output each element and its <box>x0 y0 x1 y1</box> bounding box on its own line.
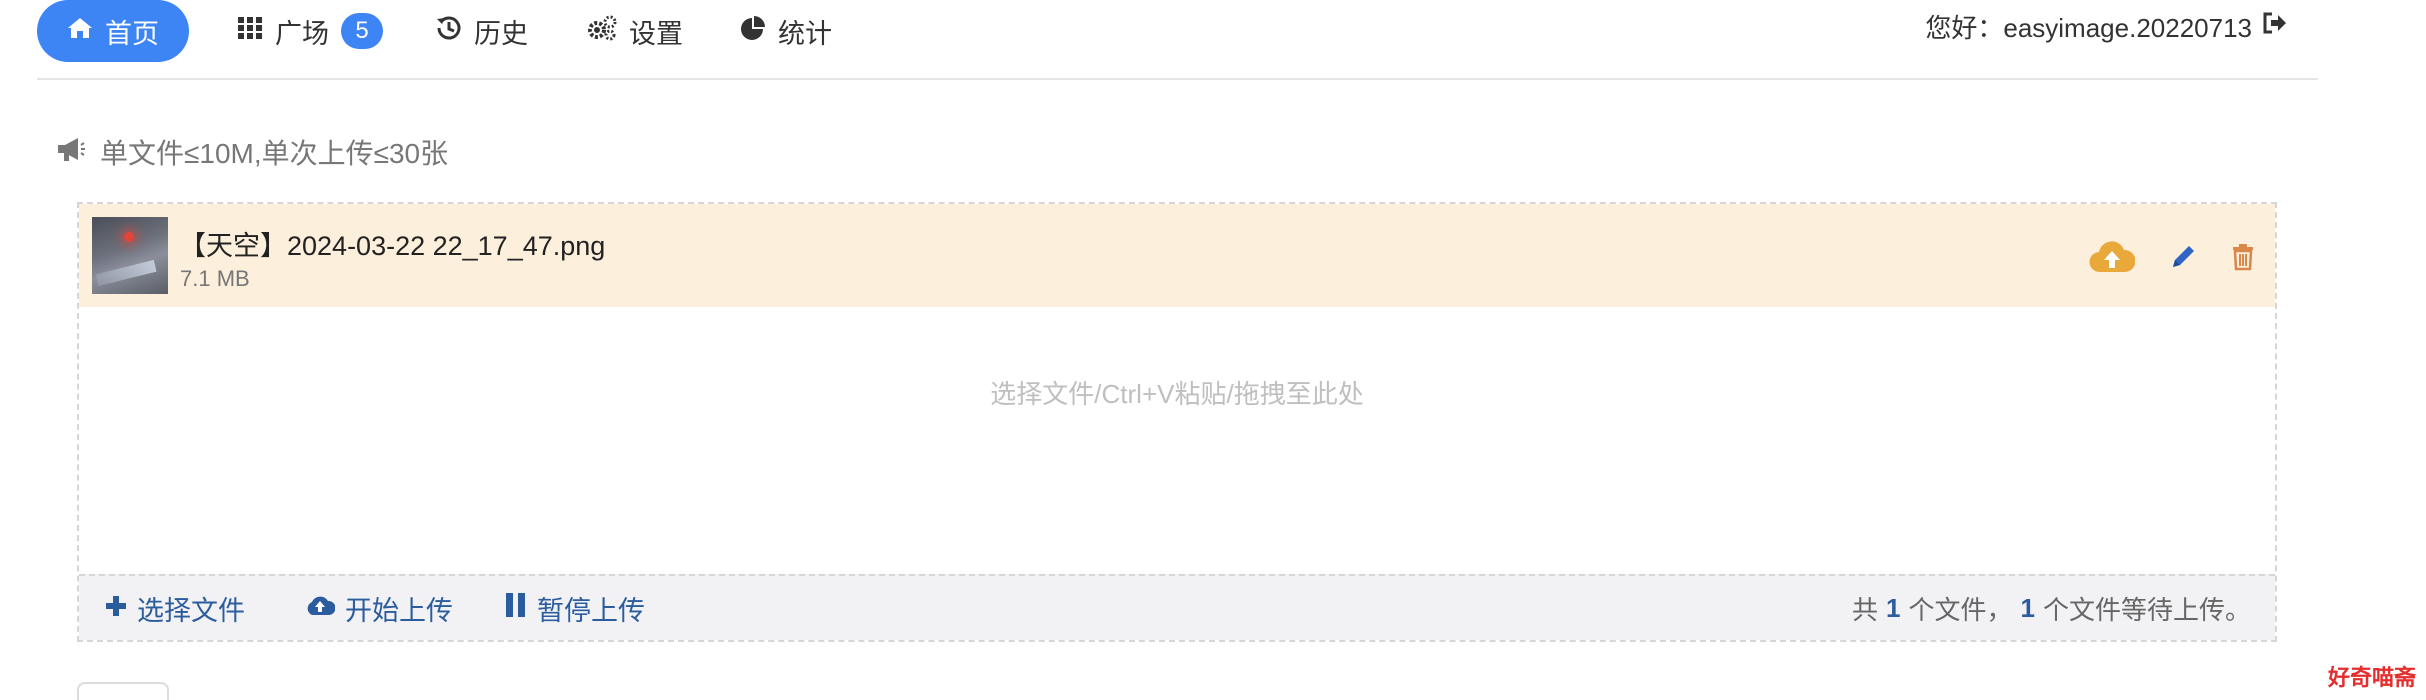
top-navbar: 首页 广场 5 历史 设置 统计 您好：easyimage.20220713 <box>37 0 2318 80</box>
nav-settings-label: 设置 <box>629 18 683 49</box>
pie-chart-icon <box>740 15 766 48</box>
cloud-upload-icon[interactable] <box>2089 240 2135 274</box>
logout-icon[interactable] <box>2262 11 2288 42</box>
summary-mid: 个文件， <box>1908 594 2013 625</box>
upload-toolbar: 选择文件 开始上传 暂停上传 共 1 个文件， 1 个文件等待上传。 <box>79 574 2275 640</box>
user-greeting[interactable]: 您好：easyimage.20220713 <box>1925 0 2288 52</box>
start-upload-label: 开始上传 <box>345 595 453 626</box>
nav-plaza-label: 广场 <box>275 18 329 49</box>
plus-icon <box>105 593 127 624</box>
file-size: 7.1 MB <box>180 266 250 291</box>
summary-suffix: 个文件等待上传。 <box>2042 594 2251 625</box>
grid-icon <box>237 16 263 47</box>
megaphone-icon <box>56 136 86 169</box>
greeting-text: 您好：easyimage.20220713 <box>1925 12 2252 43</box>
gears-icon <box>587 15 617 48</box>
home-icon <box>67 16 93 47</box>
nav-home-label: 首页 <box>105 18 159 49</box>
summary-waiting-count: 1 <box>2020 592 2035 623</box>
choose-files-label: 选择文件 <box>137 595 245 626</box>
start-upload-button[interactable]: 开始上传 <box>305 576 453 640</box>
upload-summary: 共 1 个文件， 1 个文件等待上传。 <box>1852 576 2251 640</box>
file-actions <box>2089 237 2255 277</box>
nav-stats-label: 统计 <box>778 18 832 49</box>
nav-history[interactable]: 历史 <box>436 0 528 62</box>
file-list-item: 【天空】2024-03-22 22_17_47.png 7.1 MB <box>79 204 2275 307</box>
nav-plaza[interactable]: 广场 5 <box>237 0 383 62</box>
trash-icon[interactable] <box>2231 243 2255 271</box>
drop-hint: 选择文件/Ctrl+V粘贴/拖拽至此处 <box>990 379 1364 409</box>
plaza-count-badge: 5 <box>341 13 383 49</box>
file-thumbnail <box>92 217 168 294</box>
page: 首页 广场 5 历史 设置 统计 您好：easyimage.20220713 单… <box>0 0 2426 700</box>
watermark: 好奇喵斋 <box>2327 665 2416 690</box>
nav-stats[interactable]: 统计 <box>740 0 832 62</box>
nav-settings[interactable]: 设置 <box>587 0 683 62</box>
notice-text: 单文件≤10M,单次上传≤30张 <box>100 138 449 169</box>
upload-limit-notice: 单文件≤10M,单次上传≤30张 <box>56 132 448 172</box>
summary-total-count: 1 <box>1886 592 1901 623</box>
pause-icon <box>505 592 527 625</box>
upload-dropzone[interactable]: 【天空】2024-03-22 22_17_47.png 7.1 MB 选择文件/… <box>77 202 2277 642</box>
pause-upload-button[interactable]: 暂停上传 <box>505 576 645 640</box>
summary-prefix: 共 <box>1852 594 1879 625</box>
edit-pencil-icon[interactable] <box>2169 243 2197 271</box>
cloud-upload-icon <box>305 593 336 624</box>
nav-home[interactable]: 首页 <box>37 0 189 62</box>
history-icon <box>436 15 462 48</box>
partial-button[interactable] <box>77 682 169 700</box>
file-name: 【天空】2024-03-22 22_17_47.png <box>179 231 606 261</box>
pause-upload-label: 暂停上传 <box>537 595 645 626</box>
nav-history-label: 历史 <box>474 18 528 49</box>
choose-files-button[interactable]: 选择文件 <box>105 576 245 640</box>
